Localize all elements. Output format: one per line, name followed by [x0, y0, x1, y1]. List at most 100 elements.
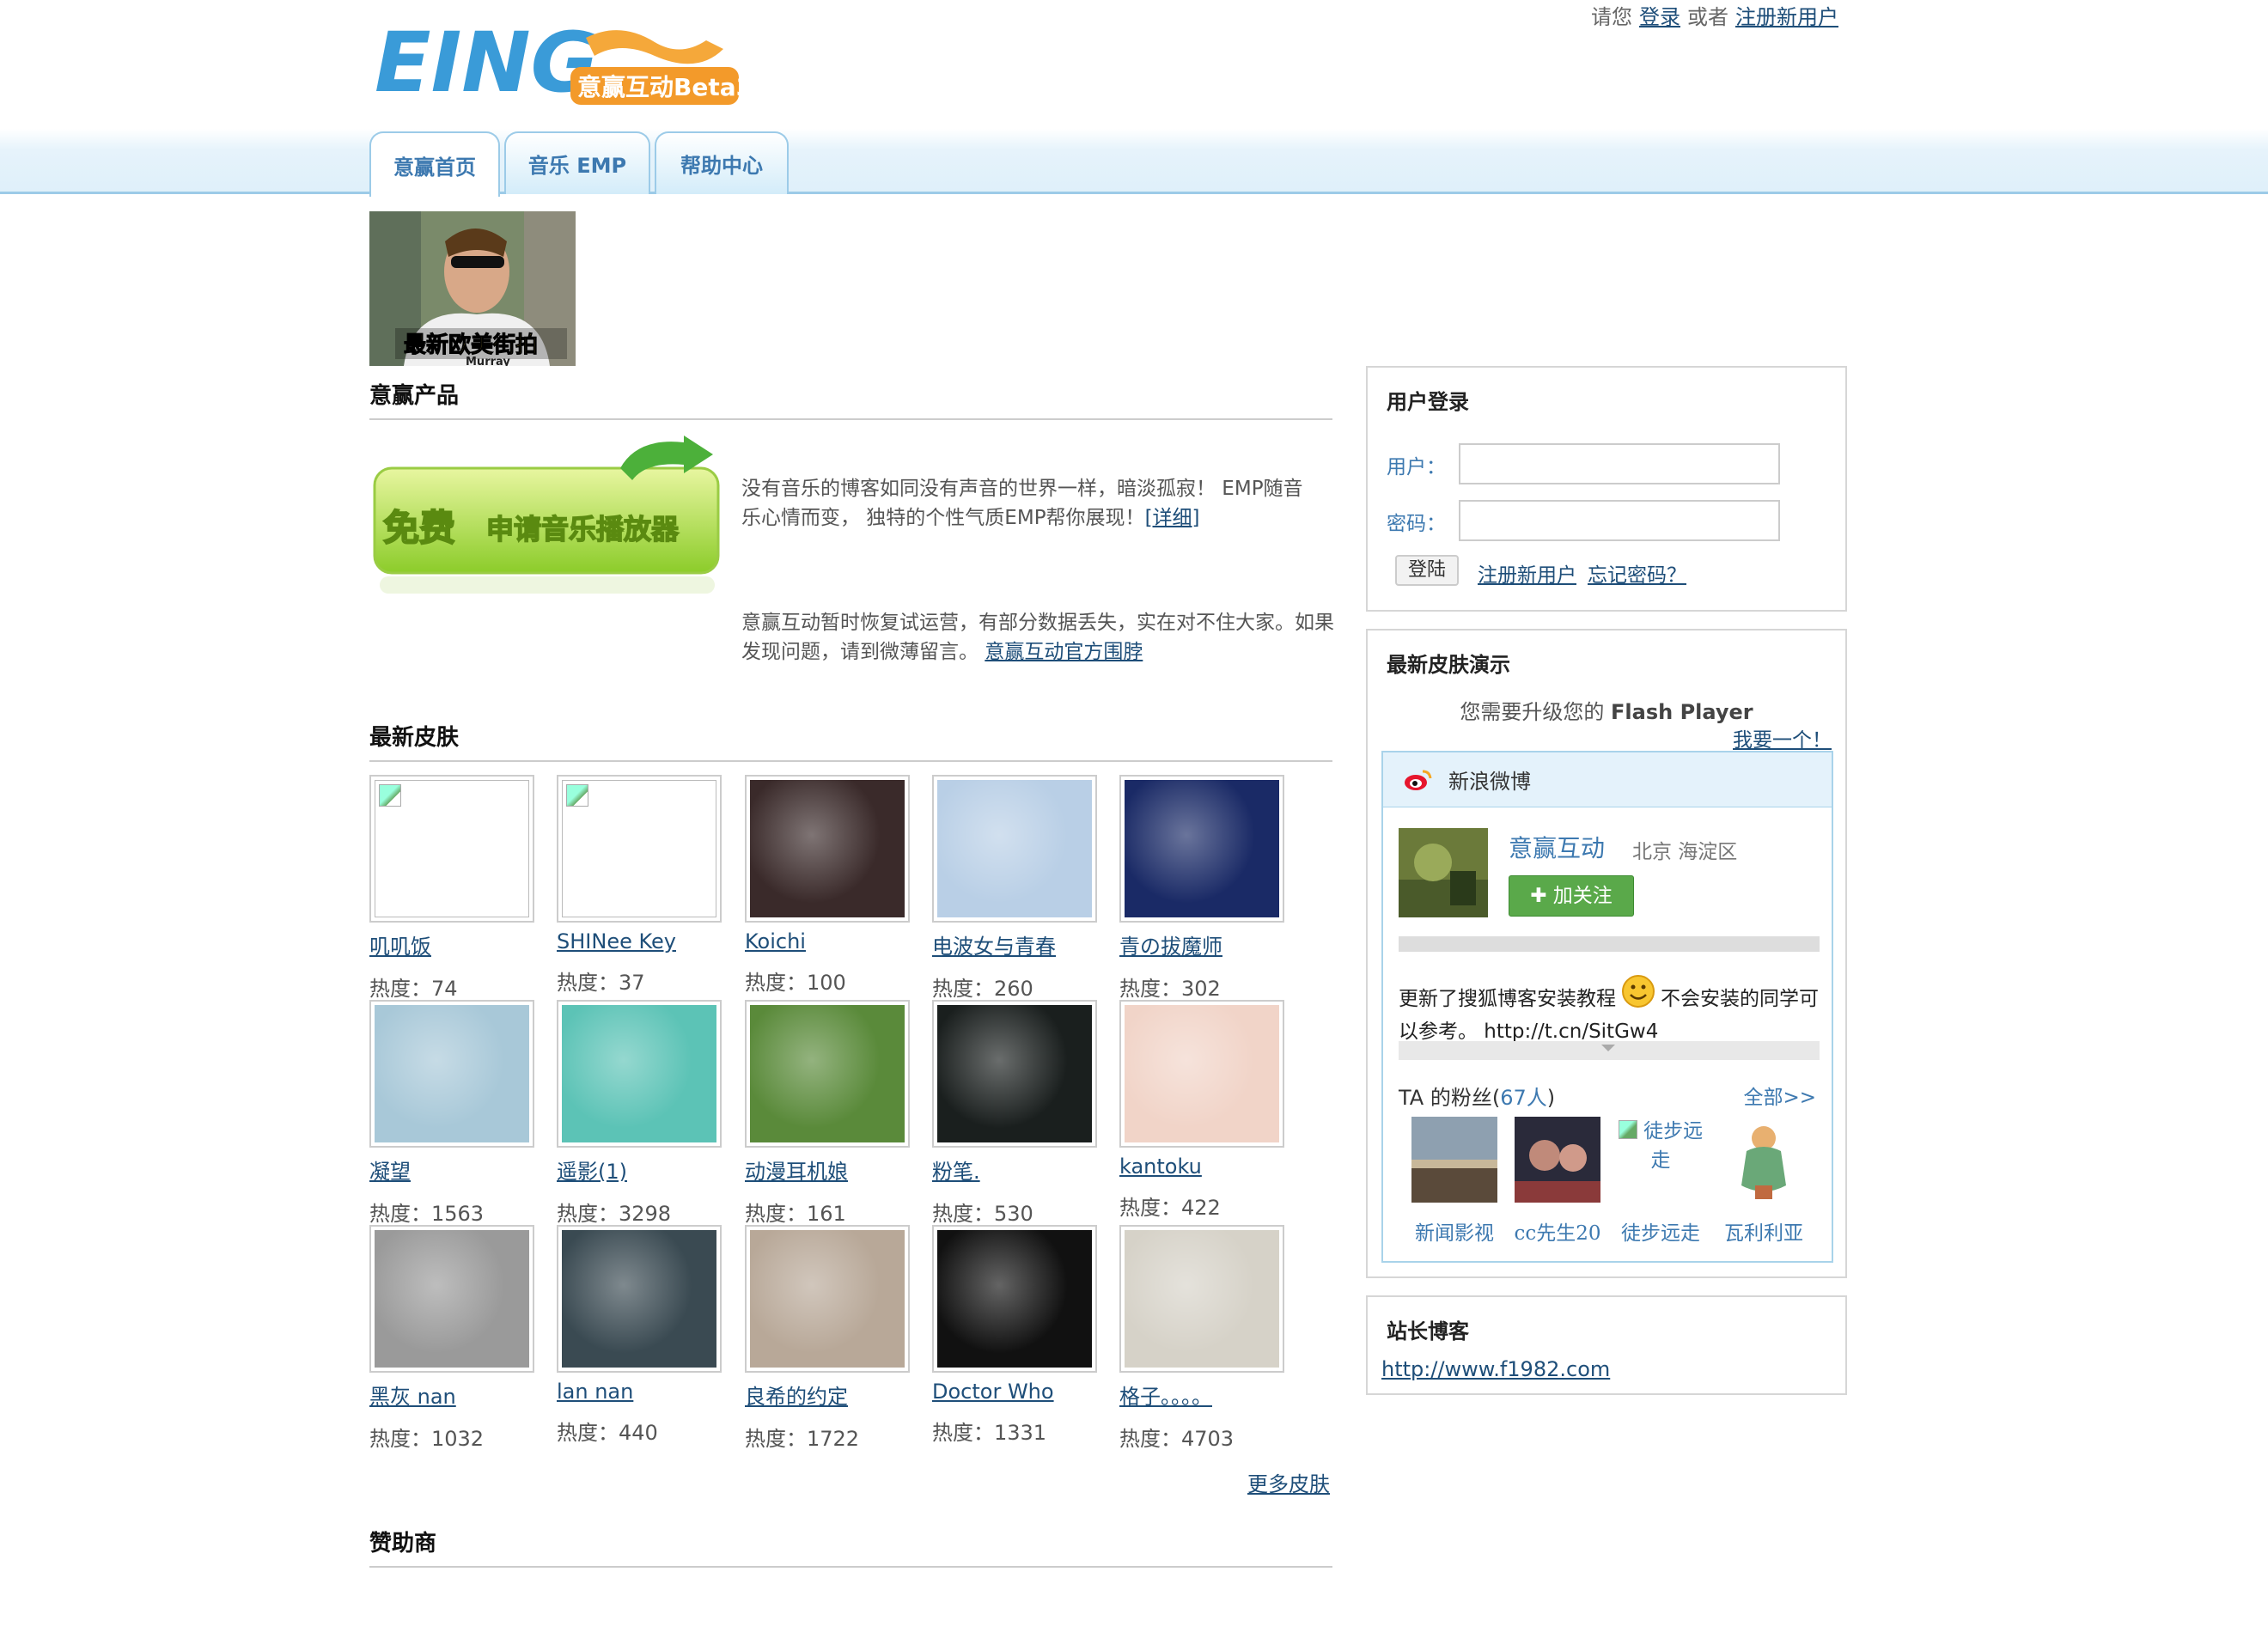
register-new-user-link[interactable]: 注册新用户	[1478, 558, 1576, 588]
skin-heat-value: 1563	[431, 1202, 485, 1226]
broken-image-icon	[1618, 1120, 1637, 1139]
skin-item[interactable]: Koichi 热度：100	[745, 775, 917, 996]
skin-thumbnail[interactable]	[745, 775, 910, 923]
skin-name-link[interactable]: 黑灰 nan	[369, 1380, 541, 1410]
fan-avatar-broken[interactable]: 徒步远走	[1618, 1117, 1704, 1203]
forgot-password-link[interactable]: 忘记密码？	[1588, 558, 1686, 588]
skin-name-link[interactable]: SHINee Key	[557, 929, 729, 953]
fan-name[interactable]: 瓦利利亚	[1716, 1216, 1811, 1246]
login-link[interactable]: 登录	[1639, 5, 1680, 29]
skin-item[interactable]: Doctor Who 热度：1331	[932, 1225, 1104, 1446]
detail-link[interactable]: [详细]	[1145, 507, 1200, 529]
webmaster-blog-link[interactable]: http://www.f1982.com	[1381, 1357, 1610, 1381]
skin-name-link[interactable]: 良希的约定	[745, 1380, 917, 1410]
tab-music-emp[interactable]: 音乐 EMP	[504, 131, 650, 194]
skin-heat: 热度：440	[557, 1416, 729, 1446]
main-nav: 意赢首页 音乐 EMP 帮助中心	[369, 131, 793, 197]
skin-preview-image	[750, 780, 905, 917]
fan-item[interactable]: 新闻影视	[1407, 1117, 1502, 1246]
login-submit-button[interactable]: 登陆	[1395, 555, 1459, 586]
skin-thumbnail[interactable]	[745, 1000, 910, 1148]
product-desc-text: 没有音乐的博客如同没有声音的世界一样，暗淡孤寂！ EMP随音乐心情而变， 独特的…	[741, 478, 1303, 529]
street-snap-banner[interactable]: 最新欧美街拍 Murray	[369, 211, 576, 366]
skin-thumbnail[interactable]	[1119, 775, 1284, 923]
skin-thumbnail[interactable]	[369, 1225, 534, 1373]
skin-name-link[interactable]: 电波女与青春	[932, 929, 1104, 960]
skin-item[interactable]: 格子。。。。 热度：4703	[1119, 1225, 1291, 1452]
skin-thumbnail[interactable]	[369, 775, 534, 923]
skin-thumbnail[interactable]	[1119, 1225, 1284, 1373]
skin-name-link[interactable]: 叽叽饭	[369, 929, 541, 960]
skin-name-link[interactable]: 青の拔魔师	[1119, 929, 1291, 960]
weibo-user-name[interactable]: 意赢互动	[1509, 830, 1605, 864]
skin-thumbnail[interactable]	[1119, 1000, 1284, 1148]
skin-item[interactable]: 叽叽饭热度：74	[369, 775, 541, 1002]
fan-avatar[interactable]	[1721, 1117, 1807, 1203]
fan-item[interactable]: 瓦利利亚	[1716, 1117, 1811, 1246]
weibo-scroll-bar[interactable]	[1399, 1041, 1820, 1060]
skin-name-link[interactable]: lan nan	[557, 1380, 729, 1404]
get-one-link[interactable]: 我要一个！	[1733, 723, 1832, 752]
chevron-down-icon	[1601, 1045, 1615, 1051]
skin-name-link[interactable]: 动漫耳机娘	[745, 1154, 917, 1185]
fan-avatar[interactable]	[1515, 1117, 1600, 1203]
apply-player-button[interactable]: 免费 申请音乐播放器	[371, 434, 723, 597]
skin-thumbnail[interactable]	[557, 1225, 722, 1373]
skin-item[interactable]: 黑灰 nan 热度：1032	[369, 1225, 541, 1452]
skin-thumbnail[interactable]	[932, 1000, 1097, 1148]
skin-item[interactable]: 遥影(1) 热度：3298	[557, 1000, 729, 1227]
tab-help-center[interactable]: 帮助中心	[655, 131, 789, 194]
official-weibo-link[interactable]: 意赢互动官方围脖	[985, 641, 1143, 663]
skin-thumbnail[interactable]	[932, 1225, 1097, 1373]
skin-item[interactable]: 凝望 热度：1563	[369, 1000, 541, 1227]
site-logo[interactable]: EING 意赢互动Beta3	[371, 12, 753, 111]
skin-thumbnail[interactable]	[745, 1225, 910, 1373]
fans-all-link[interactable]: 全部>>	[1743, 1081, 1816, 1110]
fan-item[interactable]: cc先生20	[1510, 1117, 1605, 1246]
skin-heat-value: 4703	[1181, 1427, 1235, 1451]
fan-name[interactable]: 新闻影视	[1407, 1216, 1502, 1246]
skin-heat-value: 3298	[619, 1202, 672, 1226]
skin-heat: 热度：74	[369, 972, 541, 1002]
skin-heat: 热度：422	[1119, 1191, 1291, 1221]
skin-name-link[interactable]: 粉笔.	[932, 1154, 1104, 1185]
skin-thumbnail[interactable]	[557, 1000, 722, 1148]
skin-name-link[interactable]: 遥影(1)	[557, 1154, 729, 1185]
site-header: EING 意赢互动Beta3 请您 登录 或者 注册新用户 意赢首页 音乐 EMP 帮…	[0, 0, 2268, 197]
skin-item[interactable]: 良希的约定 热度：1722	[745, 1225, 917, 1452]
or-text: 或者	[1687, 5, 1728, 29]
skin-item[interactable]: 粉笔. 热度：530	[932, 1000, 1104, 1227]
fan-item[interactable]: 徒步远走 徒步远走	[1613, 1117, 1708, 1246]
password-input[interactable]	[1459, 500, 1780, 541]
username-input[interactable]	[1459, 443, 1780, 484]
skin-name-link[interactable]: 凝望	[369, 1154, 541, 1185]
broken-image-icon	[562, 780, 716, 917]
follow-button[interactable]: ✚ 加关注	[1509, 875, 1634, 917]
skin-name-link[interactable]: kantoku	[1119, 1154, 1291, 1179]
skin-item[interactable]: 电波女与青春 热度：260	[932, 775, 1104, 1002]
tab-home[interactable]: 意赢首页	[369, 131, 500, 197]
fans-suffix: )	[1546, 1086, 1556, 1110]
skin-item[interactable]: 青の拔魔师 热度：302	[1119, 775, 1291, 1002]
fans-count[interactable]: 67人	[1500, 1086, 1547, 1110]
skin-item[interactable]: kantoku 热度：422	[1119, 1000, 1291, 1221]
skin-preview-image	[937, 780, 1092, 917]
skin-name-link[interactable]: Doctor Who	[932, 1380, 1104, 1404]
skin-item[interactable]: SHINee Key 热度：37	[557, 775, 729, 996]
weibo-avatar[interactable]	[1399, 828, 1488, 917]
fan-avatar[interactable]	[1411, 1117, 1497, 1203]
skin-heat: 热度：530	[932, 1197, 1104, 1227]
fan-name[interactable]: 徒步远走	[1613, 1216, 1708, 1246]
more-skins-link[interactable]: 更多皮肤	[1247, 1467, 1330, 1497]
skin-thumbnail[interactable]	[557, 775, 722, 923]
register-link[interactable]: 注册新用户	[1735, 5, 1838, 29]
fan-name[interactable]: cc先生20	[1510, 1216, 1605, 1246]
skin-name-link[interactable]: Koichi	[745, 929, 917, 953]
skin-heat-value: 302	[1181, 977, 1221, 1001]
skin-thumbnail[interactable]	[932, 775, 1097, 923]
skin-thumbnail[interactable]	[369, 1000, 534, 1148]
skin-item[interactable]: lan nan 热度：440	[557, 1225, 729, 1446]
skin-item[interactable]: 动漫耳机娘 热度：161	[745, 1000, 917, 1227]
skin-name-link[interactable]: 格子。。。。	[1119, 1380, 1291, 1410]
skin-heat-label: 热度：	[557, 971, 619, 995]
